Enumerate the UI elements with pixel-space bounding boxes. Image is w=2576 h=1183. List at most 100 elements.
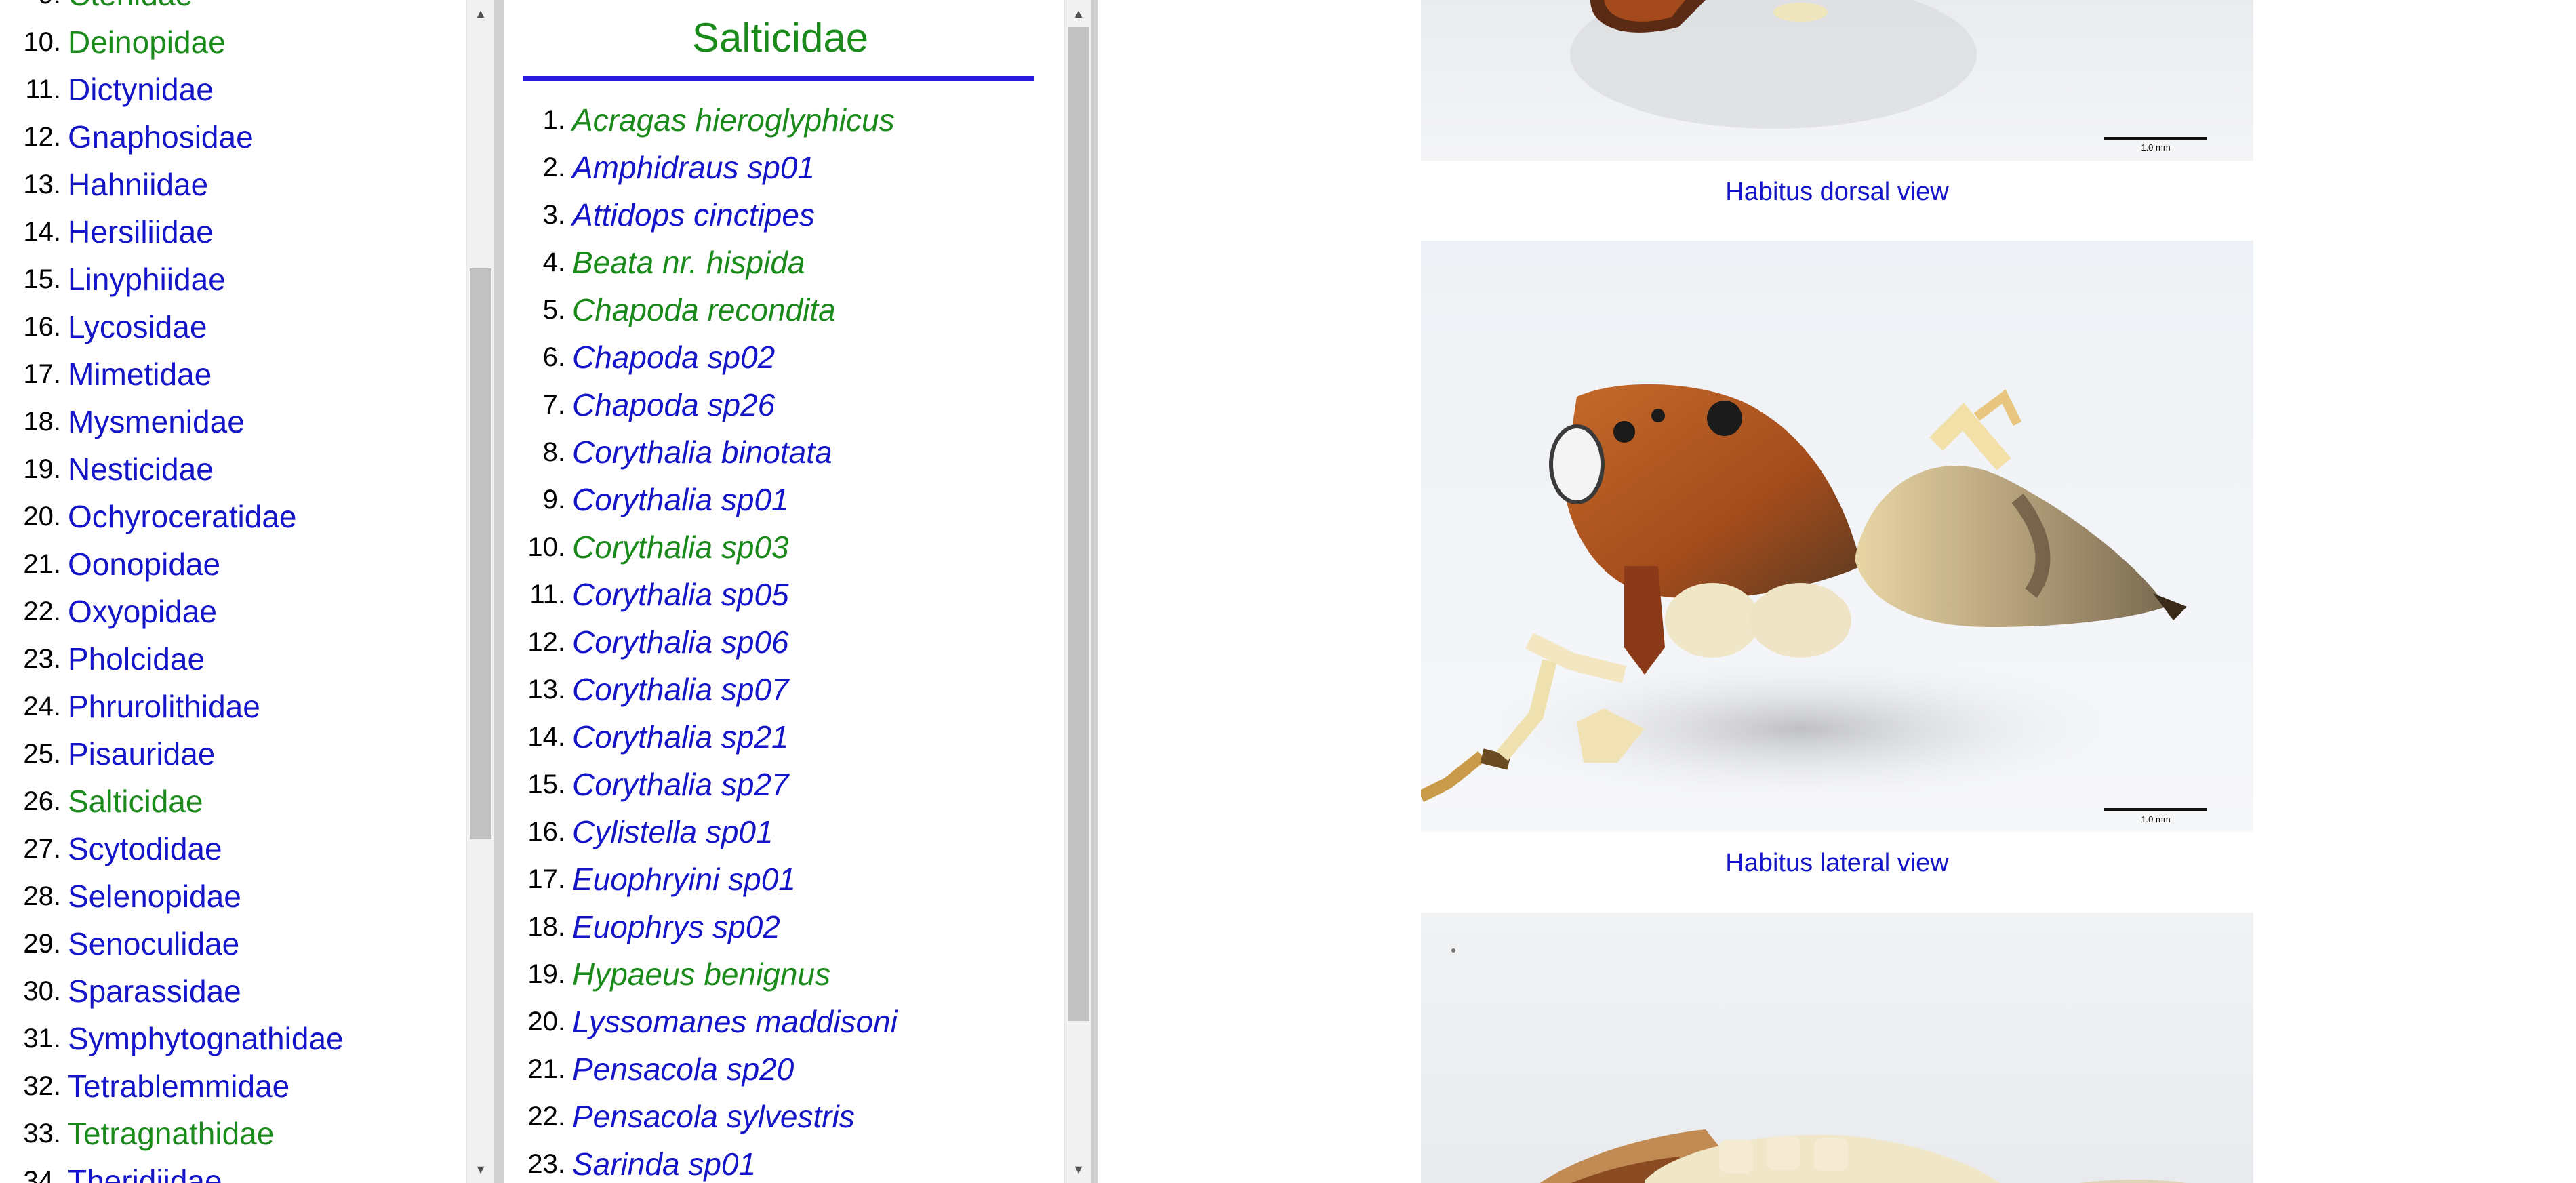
habitus-frontal-image[interactable] bbox=[1421, 913, 2253, 1183]
family-link[interactable]: Oonopidae bbox=[68, 540, 220, 588]
family-item: 31. Symphytognathidae bbox=[0, 1015, 344, 1062]
family-link[interactable]: Salticidae bbox=[68, 778, 203, 825]
caption-dorsal[interactable]: Habitus dorsal view bbox=[1421, 178, 2253, 207]
species-link[interactable]: Corythalia sp05 bbox=[572, 576, 789, 613]
species-item: 4. Beata nr. hispida bbox=[504, 239, 898, 286]
species-link[interactable]: Hypaeus benignus bbox=[572, 956, 830, 992]
species-link[interactable]: Corythalia sp01 bbox=[572, 481, 789, 518]
family-link[interactable]: Mimetidae bbox=[68, 350, 212, 398]
family-number: 23. bbox=[23, 644, 61, 674]
family-number: 20. bbox=[23, 502, 61, 532]
family-link[interactable]: Ctenidae bbox=[68, 0, 193, 18]
families-scroll-thumb[interactable] bbox=[470, 268, 491, 839]
family-link[interactable]: Phrurolithidae bbox=[68, 683, 260, 730]
family-item: 12. Gnaphosidae bbox=[0, 113, 344, 161]
family-link[interactable]: Gnaphosidae bbox=[68, 113, 254, 161]
species-link[interactable]: Euophrys sp02 bbox=[572, 908, 780, 945]
family-link[interactable]: Tetrablemmidae bbox=[68, 1062, 289, 1110]
species-link[interactable]: Amphidraus sp01 bbox=[572, 149, 815, 186]
family-link[interactable]: Hahniidae bbox=[68, 161, 208, 208]
species-link[interactable]: Euophryini sp01 bbox=[572, 861, 796, 898]
family-item: 13. Hahniidae bbox=[0, 161, 344, 208]
species-number: 12. bbox=[527, 626, 565, 657]
species-link[interactable]: Chapoda sp02 bbox=[572, 339, 775, 376]
species-link[interactable]: Corythalia sp07 bbox=[572, 671, 789, 708]
family-link[interactable]: Linyphiidae bbox=[68, 256, 226, 303]
family-link[interactable]: Deinopidae bbox=[68, 18, 226, 66]
family-link[interactable]: Symphytognathidae bbox=[68, 1015, 344, 1062]
species-item: 6. Chapoda sp02 bbox=[504, 334, 898, 381]
family-item: 17. Mimetidae bbox=[0, 350, 344, 398]
species-item: 12. Corythalia sp06 bbox=[504, 618, 898, 666]
species-link[interactable]: Chapoda sp26 bbox=[572, 386, 775, 423]
family-link[interactable]: Senoculidae bbox=[68, 920, 239, 967]
scroll-up-icon[interactable]: ▲ bbox=[1065, 0, 1092, 27]
family-item: 10. Deinopidae bbox=[0, 18, 344, 66]
species-link[interactable]: Beata nr. hispida bbox=[572, 244, 805, 281]
family-number: 29. bbox=[23, 929, 61, 959]
family-link[interactable]: Pholcidae bbox=[68, 635, 205, 683]
species-link[interactable]: Corythalia sp21 bbox=[572, 719, 789, 755]
species-link[interactable]: Chapoda recondita bbox=[572, 292, 836, 328]
family-link[interactable]: Nesticidae bbox=[68, 445, 214, 493]
family-link[interactable]: Scytodidae bbox=[68, 825, 222, 873]
species-link[interactable]: Pensacola sp20 bbox=[572, 1051, 794, 1087]
species-number: 15. bbox=[527, 769, 565, 799]
species-link[interactable]: Acragas hieroglyphicus bbox=[572, 102, 895, 138]
frame-divider[interactable] bbox=[494, 0, 504, 1183]
species-item: 8. Corythalia binotata bbox=[504, 428, 898, 476]
family-item: 18. Mysmenidae bbox=[0, 398, 344, 445]
family-link[interactable]: Mysmenidae bbox=[68, 398, 245, 445]
species-number: 10. bbox=[527, 532, 565, 562]
family-item: 22. Oxyopidae bbox=[0, 588, 344, 635]
species-item: 9. Corythalia sp01 bbox=[504, 476, 898, 523]
species-link[interactable]: Cylistella sp01 bbox=[572, 814, 773, 850]
species-link[interactable]: Pensacola sylvestris bbox=[572, 1098, 855, 1135]
scroll-up-icon[interactable]: ▲ bbox=[467, 0, 494, 27]
species-scrollbar[interactable]: ▲ ▼ bbox=[1064, 0, 1092, 1183]
family-number: 34. bbox=[23, 1166, 61, 1183]
species-number: 6. bbox=[542, 342, 565, 372]
family-item: 26. Salticidae bbox=[0, 778, 344, 825]
species-item: 16. Cylistella sp01 bbox=[504, 808, 898, 856]
families-scrollbar[interactable]: ▲ ▼ bbox=[466, 0, 494, 1183]
family-number: 13. bbox=[23, 169, 61, 199]
family-item: 24. Phrurolithidae bbox=[0, 683, 344, 730]
species-link[interactable]: Corythalia sp27 bbox=[572, 766, 789, 803]
family-link[interactable]: Theridiidae bbox=[68, 1157, 222, 1183]
caption-lateral[interactable]: Habitus lateral view bbox=[1421, 849, 2253, 878]
species-link[interactable]: Sarinda sp01 bbox=[572, 1146, 756, 1182]
family-number: 26. bbox=[23, 786, 61, 816]
habitus-lateral-image[interactable]: 1.0 mm bbox=[1421, 241, 2253, 832]
family-number: 19. bbox=[23, 454, 61, 484]
family-link[interactable]: Selenopidae bbox=[68, 873, 241, 920]
family-link[interactable]: Lycosidae bbox=[68, 303, 207, 350]
family-link[interactable]: Tetragnathidae bbox=[68, 1110, 274, 1157]
scale-label: 1.0 mm bbox=[2141, 142, 2170, 153]
species-link[interactable]: Corythalia binotata bbox=[572, 434, 832, 470]
habitus-dorsal-image[interactable]: 1.0 mm bbox=[1421, 0, 2253, 161]
scroll-down-icon[interactable]: ▼ bbox=[1065, 1156, 1092, 1183]
scroll-down-icon[interactable]: ▼ bbox=[467, 1156, 494, 1183]
frame-divider[interactable] bbox=[1091, 0, 1098, 1183]
family-link[interactable]: Dictynidae bbox=[68, 66, 214, 113]
family-link[interactable]: Ochyroceratidae bbox=[68, 493, 297, 540]
species-item: 11. Corythalia sp05 bbox=[504, 571, 898, 618]
family-number: 15. bbox=[23, 264, 61, 294]
species-scroll-thumb[interactable] bbox=[1068, 27, 1089, 1021]
family-number: 9. bbox=[0, 0, 68, 18]
family-link[interactable]: Hersiliidae bbox=[68, 208, 214, 256]
family-link[interactable]: Sparassidae bbox=[68, 967, 241, 1015]
species-item: 21. Pensacola sp20 bbox=[504, 1045, 898, 1093]
family-number: 21. bbox=[23, 549, 61, 579]
species-item: 17. Euophryini sp01 bbox=[504, 856, 898, 903]
family-link[interactable]: Oxyopidae bbox=[68, 588, 217, 635]
families-list: 9.Ctenidae10.Deinopidae11.Dictynidae12.G… bbox=[0, 0, 344, 1183]
species-number: 4. bbox=[542, 247, 565, 277]
species-link[interactable]: Lyssomanes maddisoni bbox=[572, 1003, 898, 1040]
species-link[interactable]: Corythalia sp03 bbox=[572, 529, 789, 565]
family-link[interactable]: Pisauridae bbox=[68, 730, 215, 778]
species-link[interactable]: Attidops cinctipes bbox=[572, 197, 815, 233]
species-link[interactable]: Corythalia sp06 bbox=[572, 624, 789, 660]
family-item: 27. Scytodidae bbox=[0, 825, 344, 873]
